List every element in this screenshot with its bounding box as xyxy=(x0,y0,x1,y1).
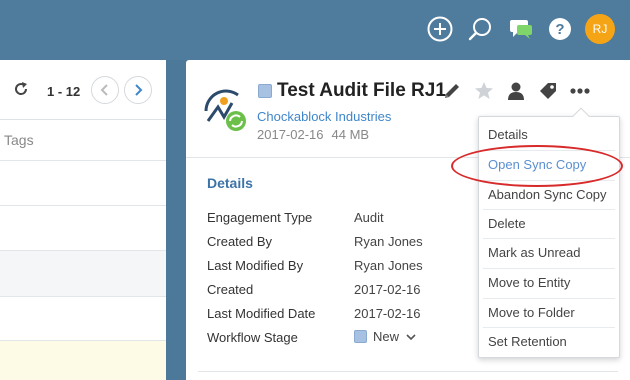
next-page-button[interactable] xyxy=(124,76,152,104)
pager-range: 1 - 12 xyxy=(47,84,81,99)
row-divider xyxy=(0,205,166,206)
file-title: Test Audit File RJ1 xyxy=(277,80,446,101)
star-icon[interactable] xyxy=(473,80,495,102)
user-avatar[interactable]: RJ xyxy=(585,14,615,44)
edit-pencil-icon[interactable] xyxy=(441,80,463,102)
prop-label: Created By xyxy=(207,234,273,249)
svg-text:?: ? xyxy=(555,21,564,38)
prop-value: Audit xyxy=(354,210,384,225)
top-bar xyxy=(0,0,630,60)
row-divider xyxy=(0,296,166,297)
prop-label: Engagement Type xyxy=(207,210,313,225)
menu-item-delete[interactable]: Delete xyxy=(479,209,619,239)
menu-item-mark-as-unread[interactable]: Mark as Unread xyxy=(479,238,619,268)
menu-item-move-to-folder[interactable]: Move to Folder xyxy=(479,298,619,328)
chevron-down-icon xyxy=(406,334,416,341)
refresh-icon[interactable] xyxy=(12,80,30,98)
user-icon[interactable] xyxy=(505,80,527,102)
row-divider xyxy=(0,160,166,161)
prop-value: 2017-02-16 xyxy=(354,306,421,321)
menu-item-move-to-entity[interactable]: Move to Entity xyxy=(479,268,619,298)
tag-icon[interactable] xyxy=(537,80,559,102)
details-section-title: Details xyxy=(207,175,253,191)
help-icon[interactable]: ? xyxy=(547,16,573,42)
prop-label: Workflow Stage xyxy=(207,330,298,345)
prop-label: Last Modified Date xyxy=(207,306,316,321)
section-divider xyxy=(198,371,618,372)
column-header-tags[interactable]: Tags xyxy=(4,132,34,148)
prop-value: Ryan Jones xyxy=(354,258,423,273)
file-select-checkbox[interactable] xyxy=(258,84,272,98)
file-date: 2017-02-16 xyxy=(257,127,324,142)
chevron-left-icon xyxy=(100,84,108,96)
file-size: 44 MB xyxy=(331,127,370,142)
prop-value: Ryan Jones xyxy=(354,234,423,249)
workflow-stage-select[interactable]: New xyxy=(354,329,416,344)
prop-label: Last Modified By xyxy=(207,258,304,273)
prop-value: 2017-02-16 xyxy=(354,282,421,297)
stage-color-swatch xyxy=(354,330,367,343)
audit-file-logo xyxy=(202,87,250,135)
prop-label: Created xyxy=(207,282,254,297)
search-icon[interactable] xyxy=(467,16,493,42)
more-options-icon[interactable] xyxy=(569,80,591,102)
workflow-stage-value: New xyxy=(373,329,400,344)
list-item[interactable] xyxy=(0,341,166,380)
menu-item-set-retention[interactable]: Set Retention xyxy=(479,327,619,357)
chevron-right-icon xyxy=(135,84,143,96)
file-meta: 2017-02-16 44 MB xyxy=(257,127,377,142)
chat-icon[interactable] xyxy=(508,16,534,42)
add-icon[interactable] xyxy=(427,16,453,42)
entity-link[interactable]: Chockablock Industries xyxy=(257,109,391,124)
previous-page-button[interactable] xyxy=(91,76,119,104)
annotation-highlight-ellipse xyxy=(451,145,623,187)
list-item[interactable] xyxy=(0,251,166,296)
